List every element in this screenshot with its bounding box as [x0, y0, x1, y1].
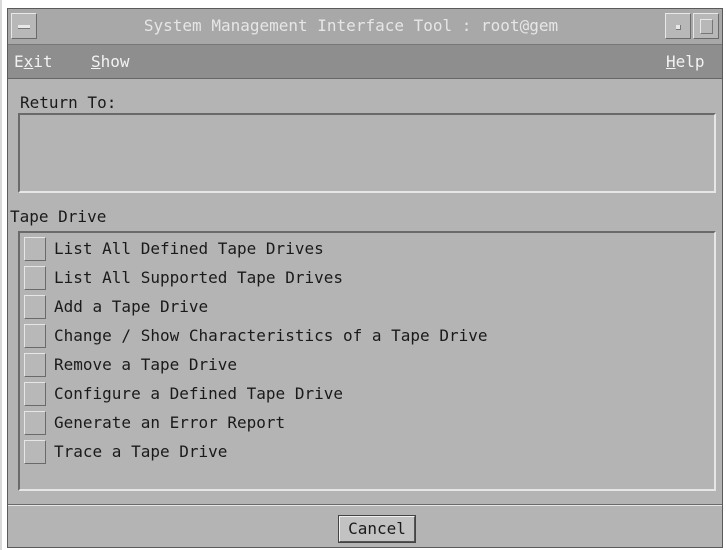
- item-button-icon[interactable]: [24, 440, 46, 464]
- menu-show[interactable]: Show: [91, 45, 130, 78]
- screen-edge: [0, 0, 2, 550]
- list-item-label[interactable]: Change / Show Characteristics of a Tape …: [54, 322, 487, 350]
- menu-exit[interactable]: Exit: [14, 45, 53, 78]
- item-button-icon[interactable]: [24, 382, 46, 406]
- tape-drive-menu-list: List All Defined Tape Drives List All Su…: [18, 231, 716, 491]
- list-item[interactable]: List All Supported Tape Drives: [22, 264, 712, 292]
- list-item[interactable]: Configure a Defined Tape Drive: [22, 380, 712, 408]
- menu-help-mnemonic: H: [666, 52, 676, 71]
- list-item[interactable]: Remove a Tape Drive: [22, 351, 712, 379]
- maximize-icon[interactable]: [693, 13, 719, 39]
- menu-show-text-post: how: [100, 52, 130, 71]
- window-title: System Management Interface Tool : root@…: [143, 16, 559, 35]
- footer-separator: [8, 504, 722, 506]
- menu-show-mnemonic: S: [91, 52, 101, 71]
- list-item-label[interactable]: List All Defined Tape Drives: [54, 235, 324, 263]
- menu-exit-mnemonic: x: [23, 52, 34, 71]
- item-button-icon[interactable]: [24, 324, 46, 348]
- list-item-label[interactable]: Add a Tape Drive: [54, 293, 208, 321]
- item-button-icon[interactable]: [24, 353, 46, 377]
- menu-help[interactable]: Help: [666, 45, 705, 78]
- list-item-label[interactable]: Configure a Defined Tape Drive: [54, 380, 343, 408]
- list-item[interactable]: List All Defined Tape Drives: [22, 235, 712, 263]
- list-item-label[interactable]: Trace a Tape Drive: [54, 438, 227, 466]
- title-bar[interactable]: System Management Interface Tool : root@…: [8, 9, 722, 45]
- list-item-label[interactable]: Generate an Error Report: [54, 409, 285, 437]
- list-item[interactable]: Generate an Error Report: [22, 409, 712, 437]
- minimize-icon[interactable]: [665, 13, 691, 39]
- list-item[interactable]: Add a Tape Drive: [22, 293, 712, 321]
- list-item[interactable]: Change / Show Characteristics of a Tape …: [22, 322, 712, 350]
- window-menu-icon[interactable]: [11, 13, 37, 39]
- smit-window: System Management Interface Tool : root@…: [7, 8, 723, 548]
- menu-exit-text-post: it: [33, 52, 53, 71]
- item-button-icon[interactable]: [24, 237, 46, 261]
- return-to-list[interactable]: [18, 113, 716, 193]
- list-item[interactable]: Trace a Tape Drive: [22, 438, 712, 466]
- item-button-icon[interactable]: [24, 295, 46, 319]
- cancel-button[interactable]: Cancel: [338, 515, 416, 543]
- item-button-icon[interactable]: [24, 266, 46, 290]
- menu-bar: Exit Show Help: [8, 45, 722, 79]
- item-button-icon[interactable]: [24, 411, 46, 435]
- return-to-label: Return To:: [20, 93, 117, 112]
- menu-help-text-post: elp: [675, 52, 705, 71]
- tape-drive-label: Tape Drive: [10, 207, 107, 226]
- menu-exit-text-pre: E: [14, 52, 24, 71]
- list-item-label[interactable]: Remove a Tape Drive: [54, 351, 237, 379]
- list-item-label[interactable]: List All Supported Tape Drives: [54, 264, 343, 292]
